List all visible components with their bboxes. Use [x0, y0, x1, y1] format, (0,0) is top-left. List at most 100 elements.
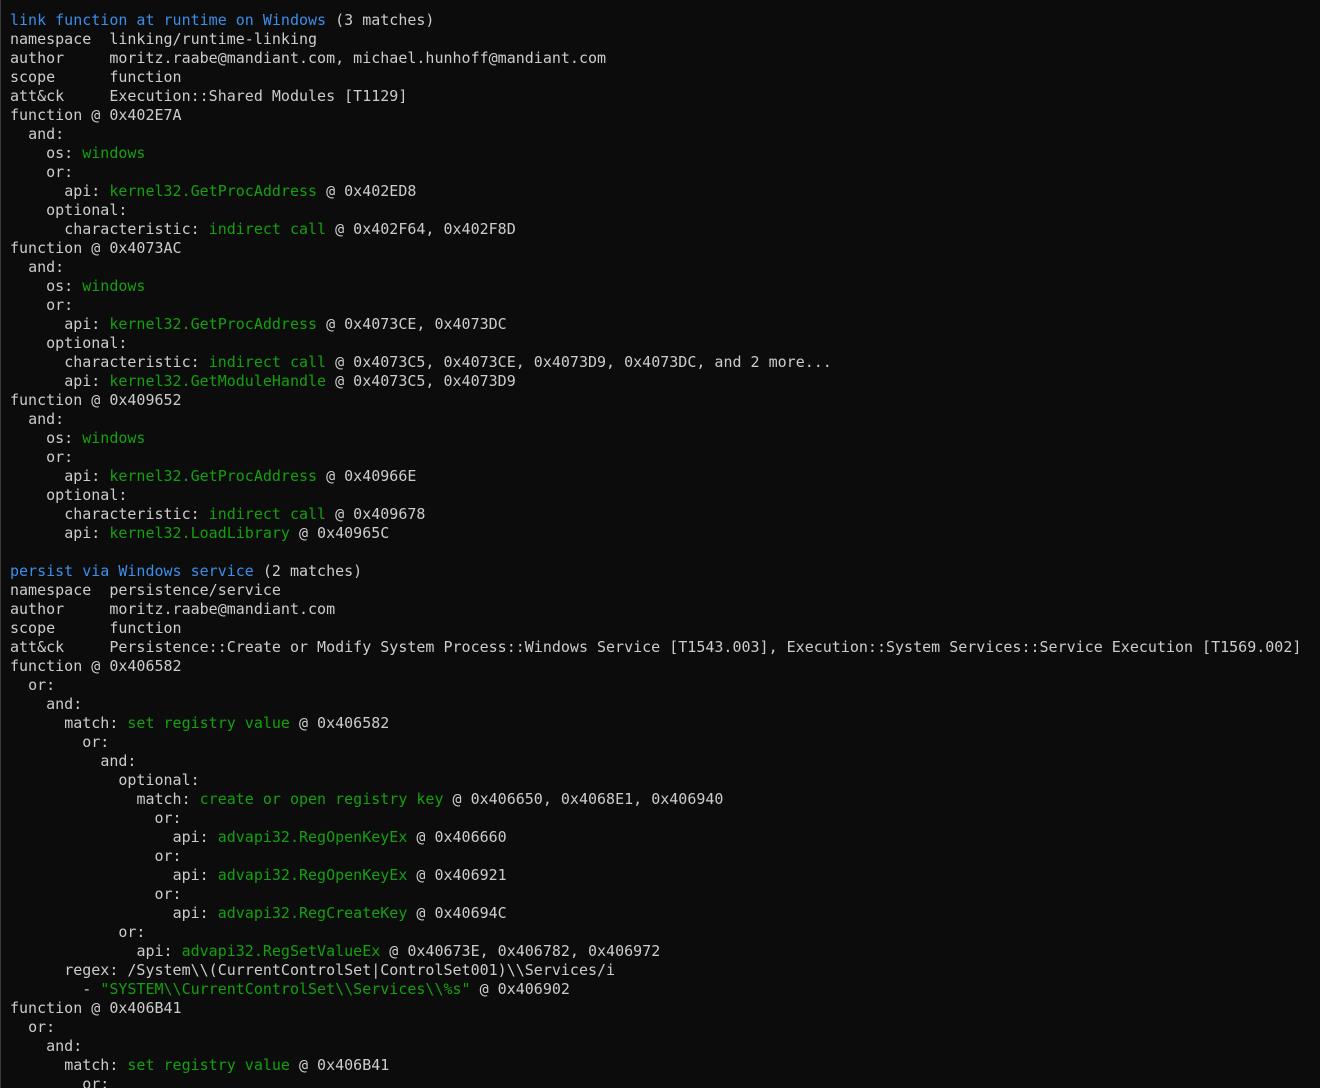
line-text: and: [100, 752, 137, 770]
terminal-line: api: kernel32.GetProcAddress @ 0x40966E [10, 467, 1320, 486]
line-text: or: [154, 809, 182, 827]
feature-value: windows [82, 429, 146, 447]
terminal-line: namespace persistence/service [10, 581, 1320, 600]
terminal-line: optional: [10, 486, 1320, 505]
line-text: api: [64, 524, 110, 542]
terminal-line: api: advapi32.RegOpenKeyEx @ 0x406921 [10, 866, 1320, 885]
terminal-line: link function at runtime on Windows (3 m… [10, 11, 1320, 30]
line-text: @ 0x409678 [326, 505, 426, 523]
terminal-line: os: windows [10, 144, 1320, 163]
line-text: optional: [46, 486, 128, 504]
line-text: or: [46, 163, 74, 181]
line-text: or: [82, 1075, 110, 1088]
line-text: and: [28, 410, 65, 428]
terminal-line: and: [10, 695, 1320, 714]
line-text: scope function [10, 68, 182, 86]
terminal-line: api: kernel32.GetModuleHandle @ 0x4073C5… [10, 372, 1320, 391]
feature-value: set registry value [127, 714, 290, 732]
feature-value: set registry value [127, 1056, 290, 1074]
feature-value: indirect call [208, 220, 327, 238]
terminal-line: function @ 0x4073AC [10, 239, 1320, 258]
line-text: api: [64, 372, 110, 390]
line-text: or: [154, 847, 182, 865]
line-text: regex: /System\\(CurrentControlSet|Contr… [64, 961, 616, 979]
terminal-line: os: windows [10, 429, 1320, 448]
terminal-line: optional: [10, 334, 1320, 353]
terminal-line: or: [10, 676, 1320, 695]
line-text: api: [172, 866, 218, 884]
terminal-line: characteristic: indirect call @ 0x409678 [10, 505, 1320, 524]
feature-value: advapi32.RegSetValueEx [181, 942, 381, 960]
terminal-line: api: advapi32.RegSetValueEx @ 0x40673E, … [10, 942, 1320, 961]
feature-value: advapi32.RegOpenKeyEx [217, 866, 408, 884]
rule-name: link function at runtime on Windows [10, 11, 327, 29]
feature-value: indirect call [208, 505, 327, 523]
line-text: @ 0x4073C5, 0x4073CE, 0x4073D9, 0x4073DC… [326, 353, 832, 371]
feature-value: windows [82, 277, 146, 295]
terminal-line: or: [10, 296, 1320, 315]
terminal-line: api: kernel32.LoadLibrary @ 0x40965C [10, 524, 1320, 543]
line-text: api: [172, 828, 218, 846]
line-text: or: [154, 885, 182, 903]
terminal-line: or: [10, 923, 1320, 942]
line-text: api: [136, 942, 182, 960]
terminal-line: api: advapi32.RegCreateKey @ 0x40694C [10, 904, 1320, 923]
line-text: or: [82, 733, 110, 751]
feature-value: indirect call [208, 353, 327, 371]
line-text: match: [64, 714, 128, 732]
line-text: characteristic: [64, 505, 209, 523]
terminal-line: api: kernel32.GetProcAddress @ 0x402ED8 [10, 182, 1320, 201]
line-text: @ 0x40966E [317, 467, 417, 485]
feature-value: kernel32.GetProcAddress [109, 182, 318, 200]
terminal-line: author moritz.raabe@mandiant.com [10, 600, 1320, 619]
terminal-line: function @ 0x409652 [10, 391, 1320, 410]
terminal-line: or: [10, 1075, 1320, 1088]
line-text: os: [46, 144, 83, 162]
terminal-line: persist via Windows service (2 matches) [10, 562, 1320, 581]
line-text: @ 0x4073C5, 0x4073D9 [326, 372, 516, 390]
terminal-line: - "SYSTEM\\CurrentControlSet\\Services\\… [10, 980, 1320, 999]
line-text: api: [64, 467, 110, 485]
terminal-output[interactable]: link function at runtime on Windows (3 m… [0, 0, 1320, 1088]
terminal-line: and: [10, 1037, 1320, 1056]
terminal-line: or: [10, 448, 1320, 467]
feature-value: kernel32.LoadLibrary [109, 524, 290, 542]
line-text: match: [136, 790, 200, 808]
terminal-line: regex: /System\\(CurrentControlSet|Contr… [10, 961, 1320, 980]
line-text: api: [172, 904, 218, 922]
terminal-line: or: [10, 847, 1320, 866]
feature-value: kernel32.GetProcAddress [109, 315, 318, 333]
line-text: function @ 0x4073AC [10, 239, 182, 257]
terminal-line: and: [10, 410, 1320, 429]
line-text: os: [46, 277, 83, 295]
terminal-line: optional: [10, 771, 1320, 790]
line-text: or: [118, 923, 146, 941]
line-text: or: [28, 676, 56, 694]
line-text: or: [46, 448, 74, 466]
line-text: @ 0x406921 [407, 866, 507, 884]
line-text: @ 0x402ED8 [317, 182, 417, 200]
line-text: att&ck Execution::Shared Modules [T1129] [10, 87, 408, 105]
